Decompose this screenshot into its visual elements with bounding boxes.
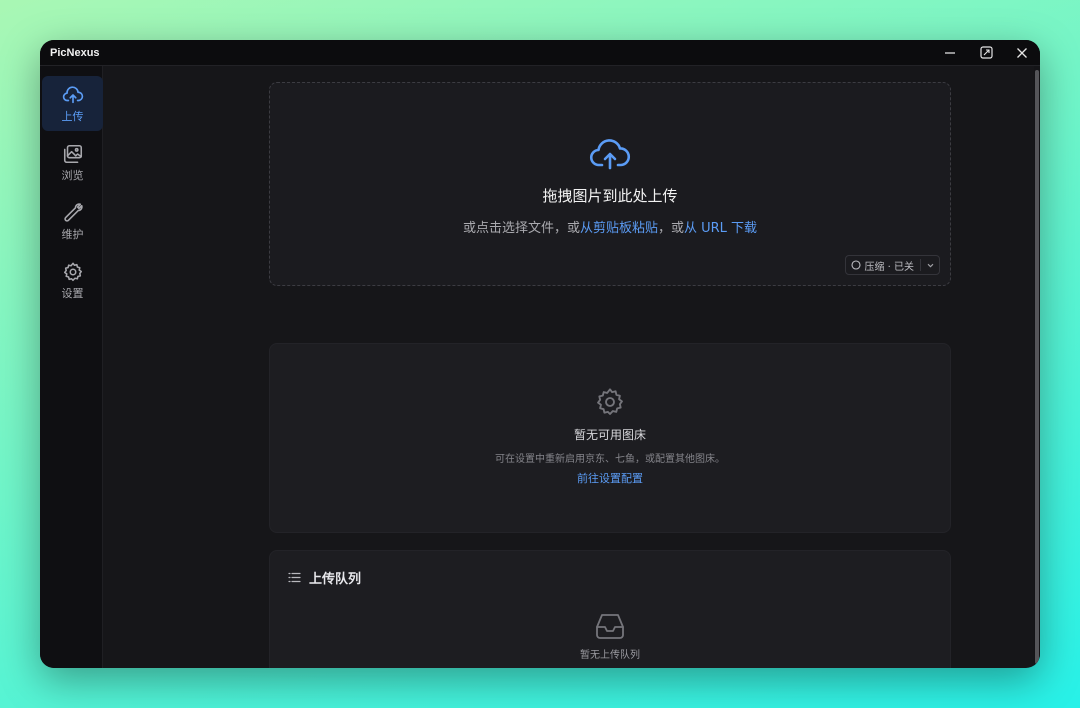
maximize-icon: [979, 46, 993, 59]
paste-clipboard-link[interactable]: 从剪贴板粘贴: [580, 221, 658, 236]
list-icon: [288, 572, 301, 583]
queue-header: 上传队列: [288, 568, 361, 587]
goto-settings-link[interactable]: 前往设置配置: [270, 470, 950, 486]
no-host-panel: 暂无可用图床 可在设置中重新启用京东、七鱼，或配置其他图床。 前往设置配置: [269, 343, 951, 533]
dropzone-subtitle-separator: ，或: [657, 221, 684, 236]
sidebar-item-browse[interactable]: 浏览: [42, 135, 103, 190]
gear-icon: [597, 388, 623, 415]
upload-queue-panel: 上传队列 暂无上传队列: [269, 550, 951, 668]
cloud-upload-icon: [589, 139, 631, 170]
title-bar[interactable]: PicNexus: [40, 40, 1040, 66]
sidebar-item-upload[interactable]: 上传: [42, 76, 103, 131]
minimize-button[interactable]: [932, 40, 968, 66]
sidebar-item-settings[interactable]: 设置: [42, 253, 103, 308]
images-icon: [63, 144, 82, 163]
chevron-down-icon[interactable]: [926, 261, 935, 270]
queue-title: 上传队列: [309, 572, 362, 587]
sidebar-item-label: 维护: [61, 227, 84, 241]
scrollbar-thumb[interactable]: [1035, 70, 1039, 664]
app-title: PicNexus: [50, 46, 100, 59]
compress-label: 压缩 · 已关: [864, 261, 914, 273]
close-button[interactable]: [1004, 40, 1040, 66]
compress-toggle[interactable]: 压缩 · 已关: [845, 255, 940, 275]
maximize-button[interactable]: [968, 40, 1004, 66]
main-content: 拖拽图片到此处上传 或点击选择文件，或从剪贴板粘贴，或从 URL 下载 压缩 ·…: [103, 66, 1034, 668]
gear-icon: [63, 262, 82, 281]
window-controls: [932, 40, 1040, 66]
dropzone-title: 拖拽图片到此处上传: [542, 187, 678, 205]
cloud-upload-icon: [62, 85, 83, 103]
sidebar-item-label: 浏览: [61, 168, 84, 182]
wrench-icon: [63, 202, 83, 222]
inbox-icon: [596, 614, 624, 639]
sidebar-item-maintain[interactable]: 维护: [42, 194, 103, 249]
close-icon: [1017, 47, 1027, 58]
download-url-link[interactable]: 从 URL 下载: [684, 221, 757, 236]
app-window: PicNexus 上传 浏览 维护 设置 拖拽图片到此处上传 或点击选择文件，或…: [40, 40, 1040, 668]
sidebar: 上传 浏览 维护 设置: [40, 66, 103, 668]
circle-icon: [851, 260, 862, 270]
sidebar-item-label: 上传: [61, 109, 84, 123]
queue-empty-text: 暂无上传队列: [580, 650, 640, 661]
no-host-title: 暂无可用图床: [573, 428, 646, 442]
minimize-icon: [945, 51, 955, 54]
dropzone-subtitle: 或点击选择文件，或从剪贴板粘贴，或从 URL 下载: [270, 217, 950, 236]
sidebar-item-label: 设置: [61, 286, 84, 300]
upload-dropzone[interactable]: 拖拽图片到此处上传 或点击选择文件，或从剪贴板粘贴，或从 URL 下载 压缩 ·…: [269, 82, 951, 286]
no-host-description: 可在设置中重新启用京东、七鱼，或配置其他图床。: [495, 454, 725, 465]
dropzone-subtitle-prefix[interactable]: 或点击选择文件，或: [463, 221, 580, 236]
